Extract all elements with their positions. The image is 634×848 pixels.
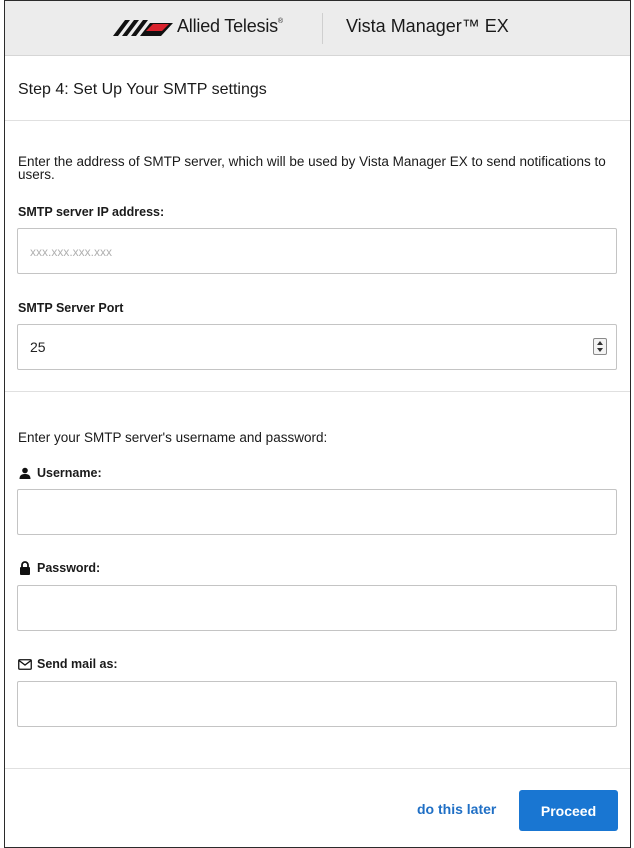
do-this-later-link[interactable]: do this later (417, 801, 496, 817)
sendas-label: Send mail as: (18, 657, 118, 671)
brand-registered-mark: ® (277, 18, 283, 25)
port-stepper[interactable] (593, 338, 607, 355)
product-name: Vista Manager™ EX (346, 16, 509, 36)
username-input[interactable] (17, 489, 617, 535)
allied-telesis-logo-icon (113, 17, 173, 39)
username-label: Username: (18, 466, 102, 480)
setup-dialog: Allied Telesis® Vista Manager™ EX Step 4… (4, 0, 631, 848)
smtp-port-label: SMTP Server Port (18, 301, 123, 315)
smtp-ip-label-text: SMTP server IP address: (18, 205, 165, 219)
password-label-text: Password: (37, 561, 101, 575)
credentials-intro-text: Enter your SMTP server's username and pa… (18, 430, 328, 445)
envelope-icon (18, 657, 32, 671)
brand-name-text: Allied Telesis (177, 16, 278, 36)
sendas-label-text: Send mail as: (37, 657, 118, 671)
proceed-button[interactable]: Proceed (519, 790, 618, 831)
smtp-port-field (17, 324, 617, 370)
smtp-port-input[interactable] (17, 324, 617, 370)
smtp-ip-label: SMTP server IP address: (18, 205, 164, 219)
title-divider (5, 120, 630, 121)
brand-header: Allied Telesis® Vista Manager™ EX (5, 1, 630, 56)
sendas-input[interactable] (17, 681, 617, 727)
header-divider (322, 13, 323, 44)
stepper-up-icon[interactable] (597, 340, 603, 345)
password-label: Password: (18, 561, 100, 575)
smtp-intro-text: Enter the address of SMTP server, which … (18, 154, 606, 182)
username-label-text: Username: (37, 466, 102, 480)
footer-divider (5, 768, 630, 769)
section-divider (5, 391, 630, 392)
brand-name: Allied Telesis® (177, 16, 283, 37)
smtp-ip-input[interactable] (17, 228, 617, 274)
password-input[interactable] (17, 585, 617, 631)
step-title: Step 4: Set Up Your SMTP settings (18, 81, 267, 98)
lock-icon (18, 561, 32, 575)
smtp-port-label-text: SMTP Server Port (18, 301, 124, 315)
user-icon (18, 466, 32, 480)
stepper-down-icon[interactable] (597, 348, 603, 353)
